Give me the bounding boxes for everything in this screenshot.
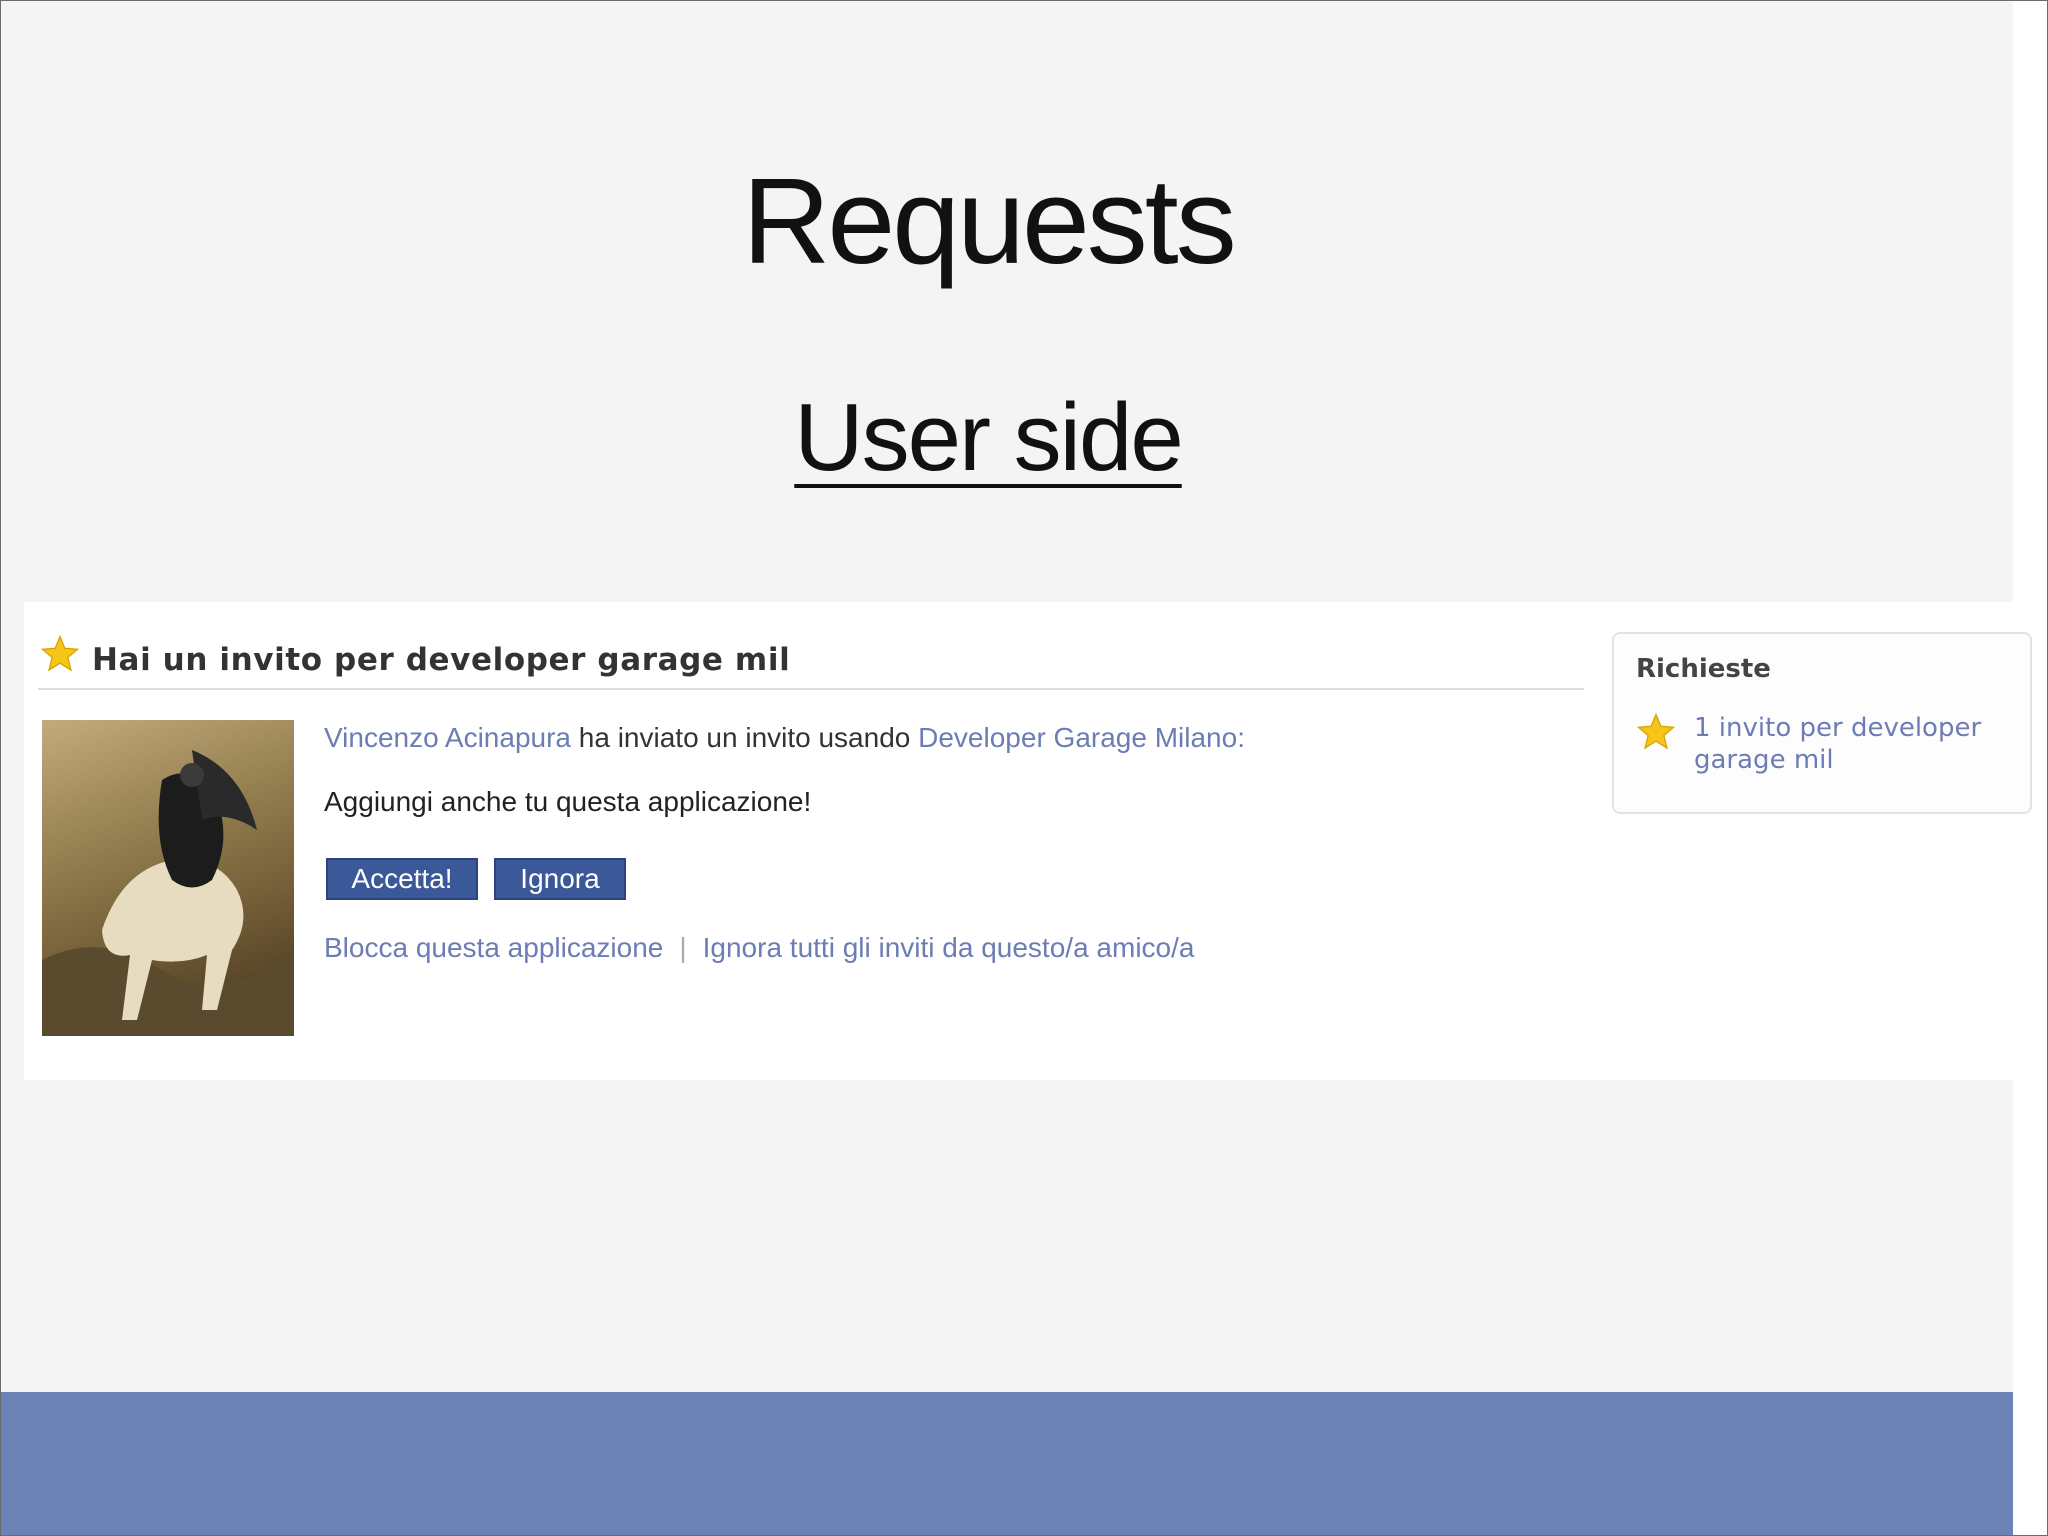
app-link[interactable]: Developer Garage Milano:	[918, 722, 1245, 753]
sender-link[interactable]: Vincenzo Acinapura	[324, 722, 571, 753]
block-app-link[interactable]: Blocca questa applicazione	[324, 932, 663, 963]
slide-title: Requests	[742, 153, 1236, 289]
accept-button[interactable]: Accetta!	[326, 858, 478, 900]
slide-subtitle: User side	[0, 390, 1976, 486]
sidebox-title: Richieste	[1636, 654, 1771, 684]
requests-sidebox: Richieste 1 invito per developer garage …	[1612, 632, 2032, 814]
request-screenshot: Hai un invito per developer garage mil V…	[24, 602, 2032, 1080]
separator: |	[679, 932, 687, 963]
slide-subtitle-text: User side	[794, 384, 1183, 491]
divider	[38, 688, 1584, 690]
ignore-all-link[interactable]: Ignora tutti gli inviti da questo/a amic…	[703, 932, 1195, 963]
invite-message: Aggiungi anche tu questa applicazione!	[324, 786, 812, 817]
ignore-button[interactable]: Ignora	[494, 858, 626, 900]
request-actions: Blocca questa applicazione | Ignora tutti …	[324, 932, 1194, 964]
star-icon	[40, 634, 80, 672]
footer-band	[0, 1392, 2013, 1536]
sender-avatar	[42, 720, 294, 1036]
request-heading: Hai un invito per developer garage mil	[92, 642, 791, 678]
invite-text: ha inviato un invito usando	[571, 722, 919, 753]
star-icon	[1636, 712, 1676, 750]
invite-sentence: Vincenzo Acinapura ha inviato un invito …	[324, 722, 1245, 754]
sidebox-request-link[interactable]: 1 invito per developer garage mil	[1694, 712, 2004, 776]
